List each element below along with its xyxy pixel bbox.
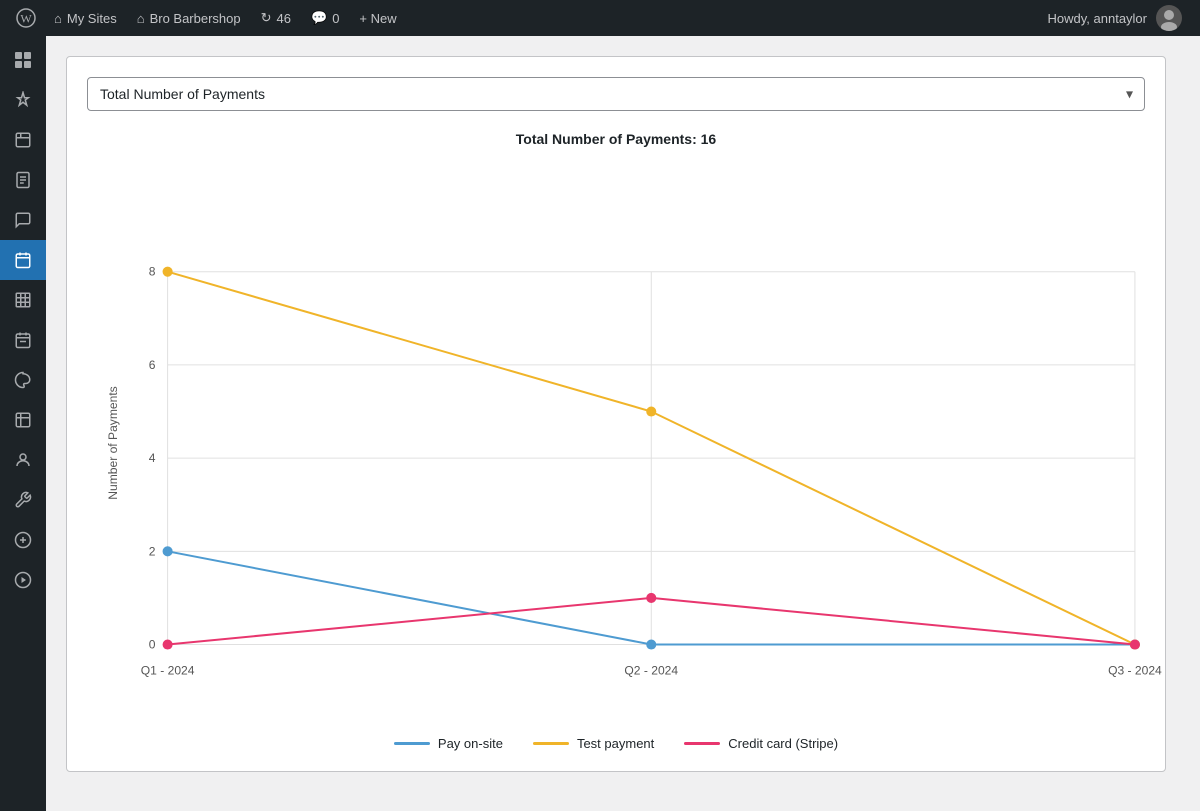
howdy-label: Howdy, anntaylor (1048, 11, 1147, 26)
legend-credit-card: Credit card (Stripe) (684, 736, 838, 751)
svg-text:4: 4 (149, 451, 156, 465)
topbar: W ⌂ My Sites ⌂ Bro Barbershop ↻ 46 💬 0 +… (0, 0, 1200, 36)
chart-container: Total Number of Payments Total Revenue A… (66, 56, 1166, 772)
credit-card-dot-q1 (163, 639, 173, 649)
sidebar-item-plugins[interactable] (0, 400, 46, 440)
updates-count: 46 (277, 11, 291, 26)
refresh-icon: ↻ (261, 10, 272, 26)
legend-test-payment: Test payment (533, 736, 654, 751)
pay-onsite-dot-q2 (646, 639, 656, 649)
legend-pay-onsite-line (394, 742, 430, 745)
legend-pay-onsite: Pay on-site (394, 736, 503, 751)
legend-credit-card-line (684, 742, 720, 745)
legend-credit-card-label: Credit card (Stripe) (728, 736, 838, 751)
sidebar-item-users[interactable] (0, 440, 46, 480)
site-home-icon: ⌂ (137, 11, 145, 26)
sidebar-item-calendar2[interactable] (0, 320, 46, 360)
sidebar-item-play[interactable] (0, 560, 46, 600)
svg-text:Q1 - 2024: Q1 - 2024 (141, 664, 195, 678)
svg-text:2: 2 (149, 544, 156, 558)
sidebar-item-comments[interactable] (0, 200, 46, 240)
credit-card-dot-q2 (646, 593, 656, 603)
sidebar-item-add[interactable] (0, 520, 46, 560)
sidebar-item-pages[interactable] (0, 160, 46, 200)
svg-text:8: 8 (149, 265, 156, 279)
comment-icon: 💬 (311, 10, 327, 26)
legend-test-payment-line (533, 742, 569, 745)
sidebar-item-calendar[interactable] (0, 240, 46, 280)
sidebar-item-dashboard[interactable] (0, 40, 46, 80)
wp-logo[interactable]: W (8, 0, 44, 36)
legend-pay-onsite-label: Pay on-site (438, 736, 503, 751)
sidebar-item-booking[interactable] (0, 120, 46, 160)
metric-dropdown-wrapper: Total Number of Payments Total Revenue A… (87, 77, 1145, 111)
main-layout: Total Number of Payments Total Revenue A… (0, 36, 1200, 811)
test-payment-dot-q1 (163, 267, 173, 277)
new-label: + New (359, 11, 396, 26)
content-area: Total Number of Payments Total Revenue A… (46, 36, 1200, 811)
sidebar-item-appearance[interactable] (0, 360, 46, 400)
my-sites-label: My Sites (67, 11, 117, 26)
svg-text:0: 0 (149, 638, 156, 652)
chart-area: Number of Payments 8 6 4 2 (87, 163, 1145, 728)
sidebar-item-tools[interactable] (0, 480, 46, 520)
test-payment-dot-q2 (646, 406, 656, 416)
site-link[interactable]: ⌂ Bro Barbershop (127, 0, 251, 36)
credit-card-dot-q3 (1130, 639, 1140, 649)
pay-onsite-dot-q1 (163, 546, 173, 556)
svg-text:Q3 - 2024: Q3 - 2024 (1108, 664, 1162, 678)
site-label: Bro Barbershop (150, 11, 241, 26)
legend-test-payment-label: Test payment (577, 736, 654, 751)
metric-dropdown[interactable]: Total Number of Payments Total Revenue A… (87, 77, 1145, 111)
howdy-user[interactable]: Howdy, anntaylor (1038, 5, 1192, 31)
chart-title: Total Number of Payments: 16 (87, 131, 1145, 147)
svg-text:Q2 - 2024: Q2 - 2024 (624, 664, 678, 678)
chart-legend: Pay on-site Test payment Credit card (St… (87, 736, 1145, 751)
comments-link[interactable]: 💬 0 (301, 0, 349, 36)
my-sites-menu[interactable]: ⌂ My Sites (44, 0, 127, 36)
sidebar-item-pin[interactable] (0, 80, 46, 120)
line-chart-svg: Number of Payments 8 6 4 2 (87, 163, 1145, 723)
svg-text:W: W (20, 12, 32, 26)
topbar-right: Howdy, anntaylor (1038, 5, 1192, 31)
svg-text:6: 6 (149, 358, 156, 372)
y-axis-label: Number of Payments (106, 386, 120, 499)
home-icon: ⌂ (54, 11, 62, 26)
sidebar (0, 36, 46, 811)
sidebar-item-table[interactable] (0, 280, 46, 320)
new-content-button[interactable]: + New (349, 0, 406, 36)
updates-link[interactable]: ↻ 46 (251, 0, 301, 36)
comments-count: 0 (332, 11, 339, 26)
